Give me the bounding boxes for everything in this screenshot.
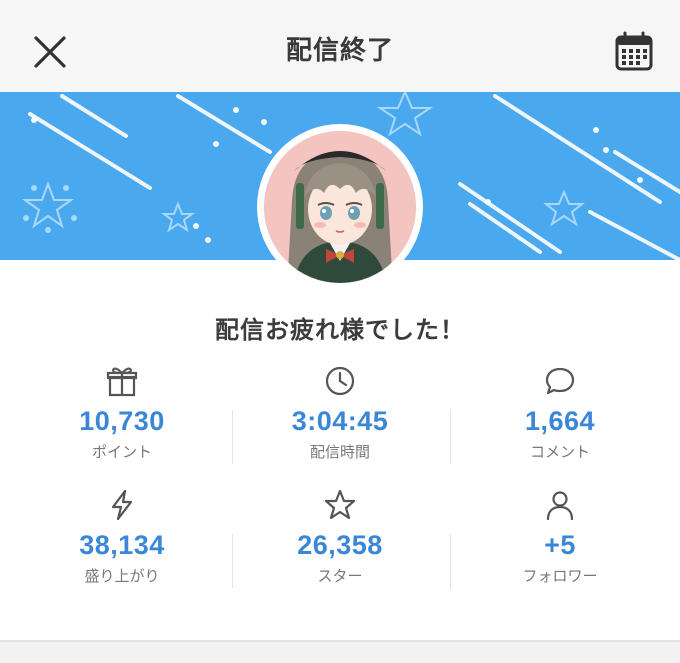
stat-stream-time: 3:04:45 配信時間 (240, 364, 440, 462)
stat-points: 10,730 ポイント (22, 364, 222, 462)
calendar-button[interactable] (612, 30, 656, 74)
excitement-label: 盛り上がり (84, 567, 160, 585)
gift-icon (106, 367, 138, 397)
divider (232, 534, 233, 588)
page-title: 配信終了 (285, 36, 394, 66)
comments-value: 1,664 (524, 406, 596, 436)
avatar-illustration (264, 131, 416, 283)
excitement-value: 38,134 (79, 530, 165, 560)
comments-label: コメント (529, 443, 590, 461)
stat-followers: +5 フォロワー (460, 488, 660, 586)
header-bar: 配信終了 (0, 0, 680, 92)
star-icon (324, 489, 356, 520)
followers-label: フォロワー (522, 567, 598, 585)
comment-icon (545, 367, 575, 395)
stat-stars: 26,358 スター (240, 488, 440, 586)
followers-value: +5 (544, 530, 576, 560)
person-icon (546, 491, 574, 521)
divider (232, 410, 233, 464)
bottom-divider (0, 640, 680, 642)
stat-comments: 1,664 コメント (460, 364, 660, 462)
stars-value: 26,358 (297, 530, 383, 560)
divider (450, 410, 451, 464)
points-label: ポイント (91, 443, 152, 461)
lightning-icon (111, 489, 133, 521)
avatar (264, 131, 416, 283)
stream-ended-screen: 配信終了 配信お疲れ様でした！ 10,730 ポイント 3:04:45 配信時間… (0, 0, 680, 663)
clock-icon (325, 366, 355, 396)
calendar-icon (615, 31, 653, 71)
stat-excitement: 38,134 盛り上がり (22, 488, 222, 586)
divider (450, 534, 451, 588)
avatar-frame (257, 124, 423, 290)
stars-label: スター (317, 567, 363, 585)
stream-time-value: 3:04:45 (291, 406, 389, 436)
stream-time-label: 配信時間 (309, 443, 370, 461)
thanks-message: 配信お疲れ様でした！ (215, 316, 465, 344)
points-value: 10,730 (79, 406, 165, 436)
